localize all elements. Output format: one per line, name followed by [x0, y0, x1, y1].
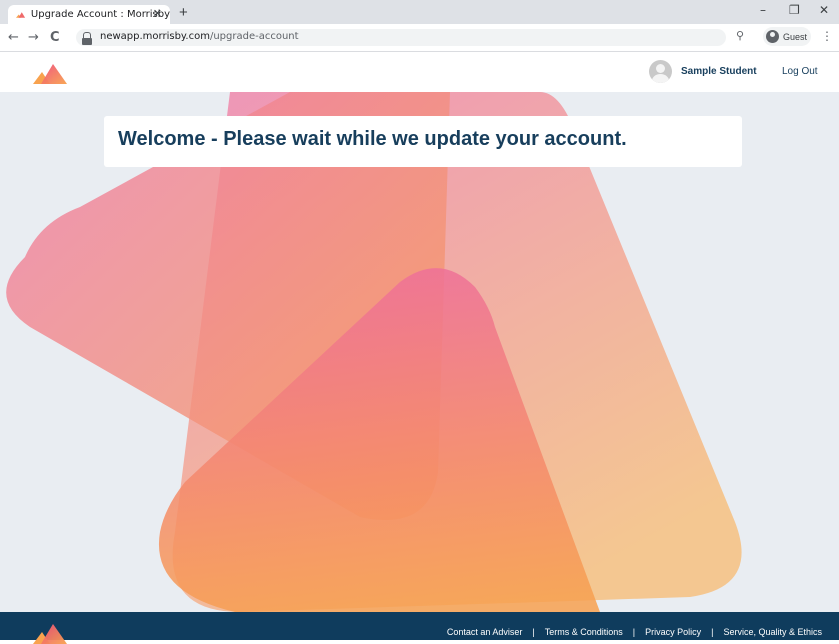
address-bar[interactable]: newapp.morrisby.com/upgrade-account — [76, 29, 726, 46]
morrisby-favicon-icon — [16, 11, 26, 18]
footer-link-contact-adviser[interactable]: Contact an Adviser — [447, 627, 523, 637]
window-close-icon[interactable]: ✕ — [819, 3, 829, 17]
restore-icon[interactable]: ❐ — [789, 3, 800, 17]
reload-icon[interactable]: C — [50, 30, 60, 45]
footer-link-service-quality-ethics[interactable]: Service, Quality & Ethics — [723, 627, 822, 637]
back-icon[interactable]: ← — [8, 30, 19, 45]
footer-links: Contact an Adviser | Terms & Conditions | Pr… — [447, 627, 822, 637]
browser-toolbar: ← → C newapp.morrisby.com/upgrade-accoun… — [0, 24, 839, 52]
lock-icon — [82, 32, 92, 45]
guest-profile-button[interactable]: Guest — [763, 27, 811, 46]
morrisby-logo[interactable] — [33, 64, 69, 84]
url-path: /upgrade-account — [209, 31, 299, 42]
guest-label: Guest — [783, 31, 808, 42]
welcome-message: Welcome - Please wait while we update yo… — [118, 128, 627, 150]
site-header: Sample Student Log Out — [0, 52, 839, 92]
footer-separator: | — [532, 627, 535, 637]
url-domain: newapp.morrisby.com — [100, 31, 210, 42]
background-triangles-art — [6, 92, 742, 612]
browser-menu-icon[interactable]: ⋮ — [821, 29, 833, 43]
browser-tab[interactable]: Upgrade Account : Morrisby ✕ — [8, 5, 170, 24]
footer-link-privacy[interactable]: Privacy Policy — [645, 627, 701, 637]
zoom-icon[interactable]: ⚲ — [736, 29, 744, 42]
footer-separator: | — [632, 627, 636, 637]
footer-link-terms[interactable]: Terms & Conditions — [545, 627, 623, 637]
logout-link[interactable]: Log Out — [782, 66, 818, 77]
minimize-icon[interactable]: – — [760, 3, 766, 17]
footer-logo[interactable] — [33, 624, 69, 644]
main-content: Welcome - Please wait while we update yo… — [0, 92, 839, 612]
user-avatar[interactable] — [649, 60, 672, 83]
footer-separator: | — [711, 627, 714, 637]
user-name[interactable]: Sample Student — [681, 66, 757, 77]
tab-title: Upgrade Account : Morrisby — [30, 9, 170, 20]
url-text: newapp.morrisby.com/upgrade-account — [100, 31, 299, 42]
site-footer: Contact an Adviser | Terms & Conditions | Pr… — [0, 612, 839, 644]
guest-avatar-icon — [766, 30, 779, 43]
browser-tab-strip: Upgrade Account : Morrisby ✕ + – ❐ ✕ — [0, 0, 839, 24]
tab-close-icon[interactable]: ✕ — [153, 7, 162, 20]
welcome-banner: Welcome - Please wait while we update yo… — [104, 116, 742, 167]
new-tab-icon[interactable]: + — [179, 4, 188, 21]
forward-icon[interactable]: → — [28, 30, 39, 45]
